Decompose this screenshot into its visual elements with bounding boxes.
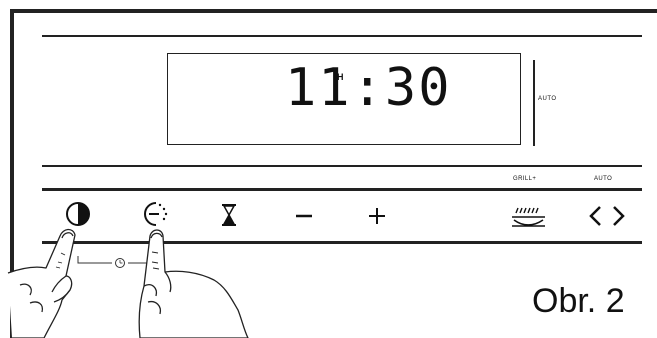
plus-button[interactable]	[369, 208, 385, 224]
small-clock-icon	[115, 258, 125, 268]
clock-button[interactable]	[66, 202, 90, 226]
clock-dotted-end-icon	[144, 202, 168, 226]
left-right-arrows-icon	[589, 206, 625, 226]
cook-time-button[interactable]	[144, 202, 168, 226]
figure-caption: Obr. 2	[532, 282, 625, 320]
auto-select-button[interactable]	[589, 206, 625, 226]
left-hand-illustration	[7, 228, 76, 338]
clock-filled-quarter-icon	[66, 202, 90, 226]
grill-button[interactable]	[512, 207, 545, 227]
grill-icon	[512, 207, 545, 227]
combination-bracket	[77, 256, 157, 268]
hourglass-icon	[222, 204, 236, 226]
timer-button[interactable]	[222, 204, 236, 226]
plus-icon	[369, 208, 385, 224]
right-hand-illustration	[138, 229, 249, 338]
